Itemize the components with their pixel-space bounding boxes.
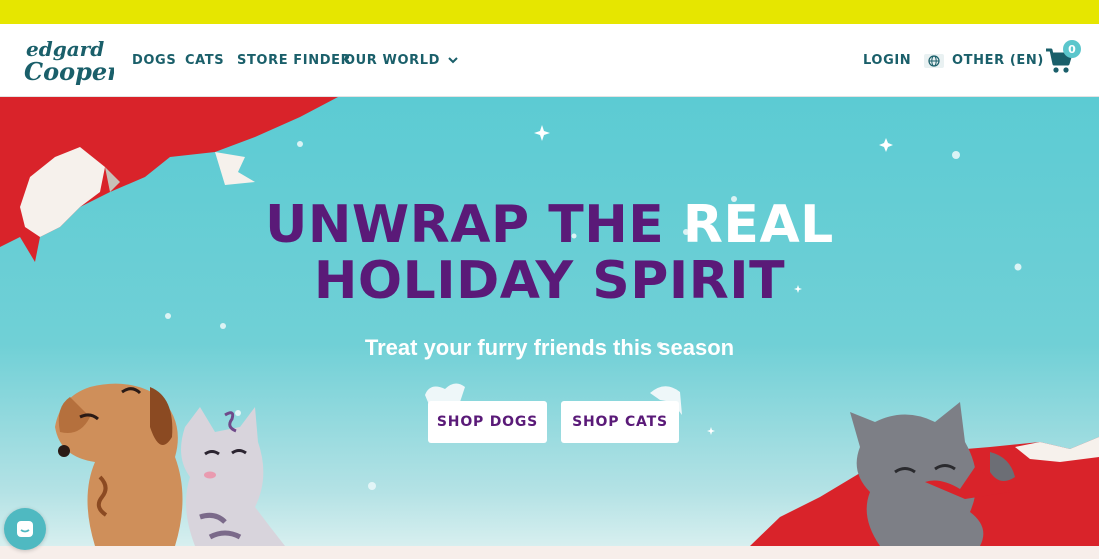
nav-our-world-label: OUR WORLD bbox=[344, 53, 441, 68]
hero-banner: UNWRAP THE REAL HOLIDAY SPIRIT Treat you… bbox=[0, 97, 1099, 546]
site-header: edgard Cooper DOGS CATS STORE FINDER OUR… bbox=[0, 24, 1099, 97]
chat-icon[interactable] bbox=[4, 508, 46, 550]
chevron-down-icon bbox=[448, 57, 458, 64]
edgard-cooper-logo[interactable]: edgard Cooper bbox=[22, 36, 122, 86]
hero-subtitle: Treat your furry friends this season bbox=[364, 335, 735, 360]
login-label: LOGIN bbox=[863, 53, 912, 68]
login-link[interactable]: LOGIN bbox=[863, 24, 911, 97]
nav-our-world[interactable]: OUR WORLD bbox=[344, 24, 458, 97]
nav-dogs[interactable]: DOGS bbox=[132, 24, 176, 97]
cart-count-badge: 0 bbox=[1063, 40, 1081, 58]
nav-store-finder-label: STORE FINDER bbox=[237, 53, 352, 68]
shop-cats-button[interactable]: SHOP CATS bbox=[561, 401, 679, 443]
hero-decoration bbox=[0, 97, 1099, 546]
headline-line2: HOLIDAY SPIRIT bbox=[313, 251, 786, 311]
globe-icon bbox=[924, 53, 944, 68]
hero-headline: UNWRAP THE REAL HOLIDAY SPIRIT bbox=[0, 197, 1099, 309]
nav-store-finder[interactable]: STORE FINDER bbox=[237, 24, 351, 97]
headline-part1: UNWRAP THE bbox=[265, 195, 683, 255]
shop-cats-label: SHOP CATS bbox=[572, 414, 668, 430]
page-bottom-strip bbox=[0, 546, 1099, 559]
language-label: OTHER (EN) bbox=[952, 53, 1044, 68]
nav-cats[interactable]: CATS bbox=[185, 24, 224, 97]
nav-cats-label: CATS bbox=[185, 53, 225, 68]
nav-dogs-label: DOGS bbox=[132, 53, 177, 68]
headline-highlight: REAL bbox=[682, 195, 834, 255]
shop-dogs-label: SHOP DOGS bbox=[436, 414, 539, 430]
language-selector[interactable]: OTHER (EN) bbox=[924, 24, 1044, 97]
promo-bar bbox=[0, 0, 1099, 24]
svg-text:Cooper: Cooper bbox=[24, 57, 114, 86]
shop-dogs-button[interactable]: SHOP DOGS bbox=[428, 401, 547, 443]
